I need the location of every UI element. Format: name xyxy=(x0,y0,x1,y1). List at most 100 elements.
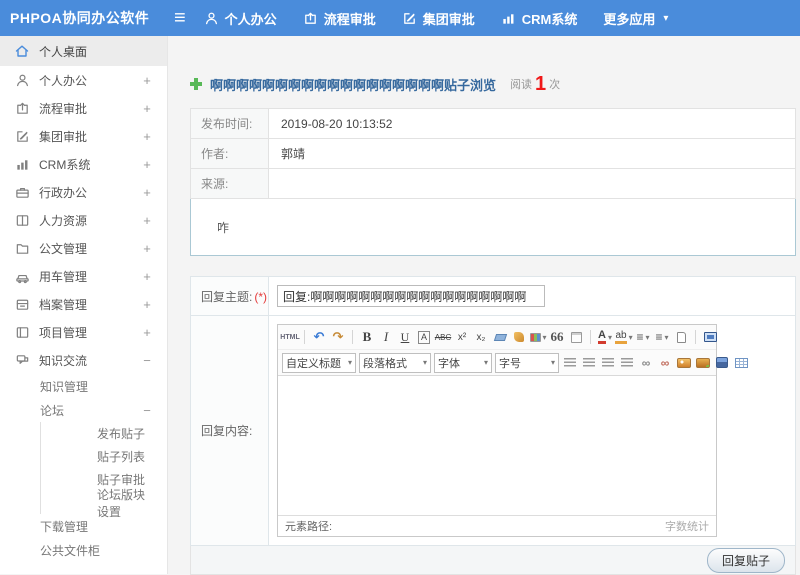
collapse-minus-icon[interactable]: − xyxy=(141,353,153,368)
sidebar-item-public-file-cabinet[interactable]: 公共文件柜 xyxy=(0,538,167,562)
expand-plus-icon[interactable]: + xyxy=(141,325,153,340)
nav-menu: 个人办公 流程审批 集团审批 CRM系统 更多应用 ▾ xyxy=(204,9,668,28)
expand-plus-icon[interactable]: + xyxy=(141,185,153,200)
car-icon xyxy=(14,268,30,284)
paragraph-format-select[interactable]: 段落格式 ▾ xyxy=(359,352,431,373)
sidebar-item-knowledge-exchange[interactable]: 知识交流 − xyxy=(0,346,167,374)
sidebar-item-personal-desktop[interactable]: 个人桌面 xyxy=(0,36,167,66)
insert-image-button[interactable] xyxy=(676,354,692,372)
insert-table-button[interactable] xyxy=(733,354,749,372)
sidebar-item-personal-office[interactable]: 个人办公 + xyxy=(0,66,167,94)
nav-item-personal-office[interactable]: 个人办公 xyxy=(204,9,277,28)
paste-button[interactable] xyxy=(568,328,584,346)
fullscreen-icon xyxy=(703,332,717,342)
remove-link-button[interactable]: ∞ xyxy=(657,354,673,372)
new-page-button[interactable] xyxy=(673,328,689,346)
align-right-button[interactable] xyxy=(600,354,616,372)
expand-plus-icon[interactable]: + xyxy=(141,101,153,116)
sidebar-item-workflow-approval[interactable]: 流程审批 + xyxy=(0,94,167,122)
nav-item-workflow-approval[interactable]: 流程审批 xyxy=(303,9,376,28)
nav-item-crm[interactable]: CRM系统 xyxy=(501,9,577,28)
superscript-button[interactable]: x² xyxy=(454,328,470,346)
sidebar-item-knowledge-mgmt[interactable]: 知识管理 xyxy=(0,374,167,398)
image-icon xyxy=(677,357,691,368)
custom-heading-select[interactable]: 自定义标题 ▾ xyxy=(282,352,356,373)
subscript-button[interactable]: x₂ xyxy=(473,328,489,346)
sidebar: 个人桌面 个人办公 + 流程审批 + 集团审批 + CRM系统 + 行政办公 +… xyxy=(0,36,168,574)
collapse-minus-icon[interactable]: − xyxy=(141,403,153,418)
font-family-select[interactable]: 字体 ▾ xyxy=(434,352,492,373)
reply-content-row: 回复内容: HTML ↶ ↷ B I U A ABC x² x₂ ▾ 66 A … xyxy=(190,315,796,546)
fullscreen-button[interactable] xyxy=(702,328,718,346)
folder-icon xyxy=(14,240,30,256)
author-label: 作者: xyxy=(190,138,269,169)
align-center-button[interactable] xyxy=(581,354,597,372)
expand-plus-icon[interactable]: + xyxy=(141,241,153,256)
font-size-select[interactable]: 字号 ▾ xyxy=(495,352,559,373)
edit-square-icon xyxy=(14,128,30,144)
sidebar-item-forum[interactable]: 论坛 − xyxy=(0,398,167,422)
table-grid-icon xyxy=(734,357,748,368)
sidebar-item-post-list[interactable]: 贴子列表 xyxy=(40,445,167,468)
app-logo: PHPOA协同办公软件 xyxy=(10,10,150,26)
nav-item-more-apps[interactable]: 更多应用 ▾ xyxy=(603,9,668,28)
blockquote-button[interactable]: 66 xyxy=(549,328,565,346)
editor-statusbar: 元素路径: 字数统计 xyxy=(278,515,716,536)
archive-icon xyxy=(14,296,30,312)
strikethrough-button[interactable]: ABC xyxy=(435,328,451,346)
read-unit: 次 xyxy=(549,79,561,91)
format-painter-button[interactable] xyxy=(511,328,527,346)
user-icon xyxy=(204,11,219,26)
unordered-list-button[interactable]: ≡ ▾ xyxy=(654,328,670,346)
main-content: 啊啊啊啊啊啊啊啊啊啊啊啊啊啊啊啊啊啊贴子浏览 阅读 1 次 发布时间: 2019… xyxy=(168,36,800,575)
highlight-color-button[interactable]: ab ▾ xyxy=(615,328,633,346)
sidebar-item-document-mgmt[interactable]: 公文管理 + xyxy=(0,234,167,262)
expand-plus-icon[interactable]: + xyxy=(141,269,153,284)
hamburger-menu-icon[interactable]: ≡ xyxy=(174,8,186,28)
bar-chart-icon xyxy=(14,156,30,172)
sidebar-item-download-mgmt[interactable]: 下载管理 xyxy=(0,514,167,538)
italic-button[interactable]: I xyxy=(378,328,394,346)
nav-item-group-approval[interactable]: 集团审批 xyxy=(402,9,475,28)
sidebar-item-project-mgmt[interactable]: 项目管理 + xyxy=(0,318,167,346)
sidebar-item-archive-mgmt[interactable]: 档案管理 + xyxy=(0,290,167,318)
insert-link-button[interactable]: ∞ xyxy=(638,354,654,372)
color-palette-button[interactable]: ▾ xyxy=(529,328,547,346)
redo-button[interactable]: ↷ xyxy=(330,328,346,346)
sidebar-item-admin-office[interactable]: 行政办公 + xyxy=(0,178,167,206)
sidebar-item-vehicle-mgmt[interactable]: 用车管理 + xyxy=(0,262,167,290)
insert-media-button[interactable] xyxy=(714,354,730,372)
table-row: 发布时间: 2019-08-20 10:13:52 xyxy=(190,108,796,139)
expand-plus-icon[interactable]: + xyxy=(141,129,153,144)
font-color-button[interactable]: A ▾ xyxy=(597,328,613,346)
expand-plus-icon[interactable]: + xyxy=(141,73,153,88)
align-left-button[interactable] xyxy=(562,354,578,372)
underline-button[interactable]: U xyxy=(397,328,413,346)
expand-plus-icon[interactable]: + xyxy=(141,157,153,172)
align-justify-button[interactable] xyxy=(619,354,635,372)
form-footer-bar: 回复贴子 xyxy=(190,546,796,575)
expand-plus-icon[interactable]: + xyxy=(141,213,153,228)
sidebar-item-crm[interactable]: CRM系统 + xyxy=(0,150,167,178)
sidebar-item-post-create[interactable]: 发布贴子 xyxy=(40,422,167,445)
sidebar-item-group-approval[interactable]: 集团审批 + xyxy=(0,122,167,150)
word-count-label[interactable]: 字数统计 xyxy=(665,518,709,534)
sidebar-item-forum-section-settings[interactable]: 论坛版块设置 xyxy=(40,488,167,519)
sidebar-item-hr[interactable]: 人力资源 + xyxy=(0,206,167,234)
multi-image-button[interactable] xyxy=(695,354,711,372)
undo-button[interactable]: ↶ xyxy=(311,328,327,346)
reply-submit-button[interactable]: 回复贴子 xyxy=(706,547,785,573)
editor-text-area[interactable] xyxy=(278,376,716,515)
eraser-icon xyxy=(493,333,507,341)
workflow-icon xyxy=(14,100,30,116)
divider xyxy=(304,330,305,344)
required-mark: (*) xyxy=(254,289,268,304)
ordered-list-button[interactable]: ≡ ▾ xyxy=(635,328,651,346)
bold-button[interactable]: B xyxy=(359,328,375,346)
read-count: 1 xyxy=(535,73,547,95)
expand-plus-icon[interactable]: + xyxy=(141,297,153,312)
format-block-button[interactable]: A xyxy=(416,328,432,346)
reply-subject-input[interactable] xyxy=(277,285,545,307)
remove-format-button[interactable] xyxy=(492,328,508,346)
source-code-button[interactable]: HTML xyxy=(280,328,299,346)
